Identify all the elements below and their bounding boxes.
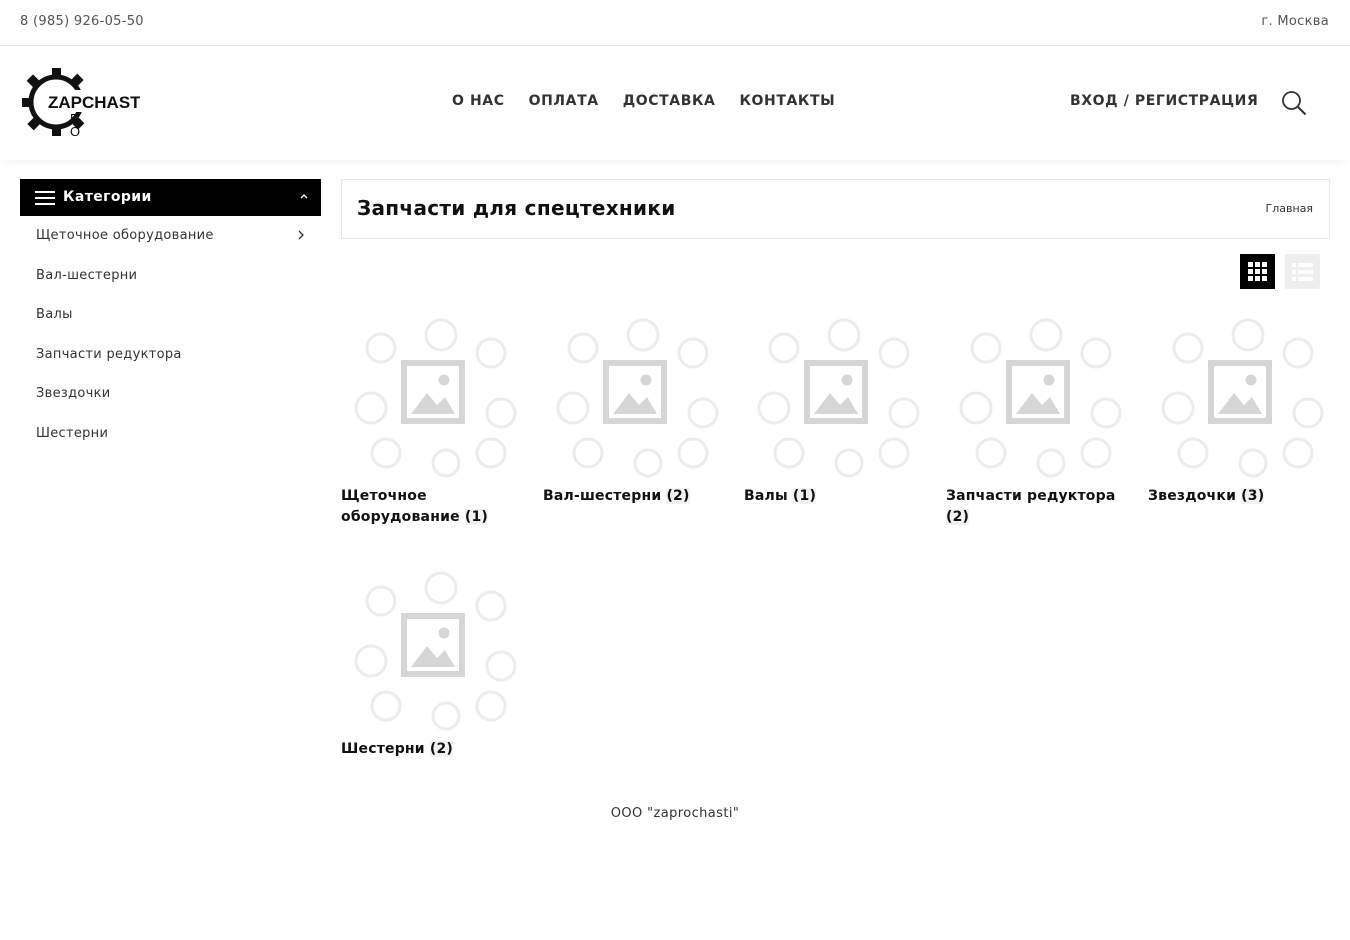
chevron-up-icon [300,194,308,199]
site-header: ZAPCHASTI R O О НАС ОПЛАТА ДОСТАВКА КОНТ… [0,46,1350,160]
product-name[interactable]: Щеточное оборудование (1) [341,486,526,528]
product-card[interactable]: Вал-шестерни (2) [543,313,728,507]
list-view-button[interactable] [1285,254,1320,289]
grid-view-button[interactable] [1240,254,1275,289]
product-card[interactable]: Валы (1) [744,313,929,507]
category-list: Щеточное оборудование Вал-шестерни Валы … [20,216,321,453]
product-count: (3) [1241,488,1265,504]
footer-copyright: ООО "zaprochasti" [610,806,740,821]
grid-icon [1248,262,1267,281]
placeholder-image[interactable] [946,313,1131,478]
product-name[interactable]: Запчасти редуктора (2) [946,486,1131,528]
product-count: (2) [666,488,690,504]
product-count: (1) [464,509,488,525]
product-name[interactable]: Звездочки (3) [1148,486,1333,507]
page-title: Запчасти для спецтехники [357,196,676,220]
placeholder-image[interactable] [341,566,526,731]
page-title-box: Запчасти для спецтехники Главная [341,179,1330,239]
city-label: г. Москва [1261,14,1329,29]
placeholder-image[interactable] [744,313,929,478]
nav-about[interactable]: О НАС [452,93,505,109]
product-name[interactable]: Шестерни (2) [341,739,526,760]
product-card[interactable]: Звездочки (3) [1148,313,1333,507]
placeholder-image[interactable] [1148,313,1333,478]
svg-text:ZAPCHASTI: ZAPCHASTI [48,93,140,112]
category-item-brush-equipment[interactable]: Щеточное оборудование [20,216,321,256]
categories-toggle[interactable]: Категории [20,179,321,216]
product-card[interactable]: Шестерни (2) [341,566,526,760]
top-bar: 8 (985) 926-05-50 г. Москва [0,0,1350,46]
product-count: (2) [429,741,454,757]
chevron-right-icon [298,230,304,240]
phone-number[interactable]: 8 (985) 926-05-50 [20,14,144,29]
svg-text:O: O [70,124,80,139]
category-item-reducer-parts[interactable]: Запчасти редуктора [20,335,321,375]
category-item-gears[interactable]: Шестерни [20,414,321,454]
login-register-link[interactable]: ВХОД / РЕГИСТРАЦИЯ [1070,93,1258,109]
nav-contacts[interactable]: КОНТАКТЫ [739,93,835,109]
list-icon [1292,263,1313,281]
site-logo[interactable]: ZAPCHASTI R O [20,66,140,140]
breadcrumb-home[interactable]: Главная [1265,202,1313,215]
product-card[interactable]: Щеточное оборудование (1) [341,313,526,528]
placeholder-image[interactable] [543,313,728,478]
nav-payment[interactable]: ОПЛАТА [529,93,599,109]
product-count: (1) [792,488,817,504]
main-nav: О НАС ОПЛАТА ДОСТАВКА КОНТАКТЫ [452,93,835,109]
product-count: (2) [946,509,970,525]
product-name[interactable]: Вал-шестерни (2) [543,486,728,507]
nav-delivery[interactable]: ДОСТАВКА [623,93,716,109]
product-name[interactable]: Валы (1) [744,486,929,507]
menu-icon [35,191,55,205]
category-item-sprockets[interactable]: Звездочки [20,374,321,414]
category-item-shaft-gears[interactable]: Вал-шестерни [20,256,321,296]
categories-title: Категории [63,189,152,205]
category-item-shafts[interactable]: Валы [20,295,321,335]
placeholder-image[interactable] [341,313,526,478]
product-card[interactable]: Запчасти редуктора (2) [946,313,1131,528]
search-icon[interactable] [1281,90,1307,116]
